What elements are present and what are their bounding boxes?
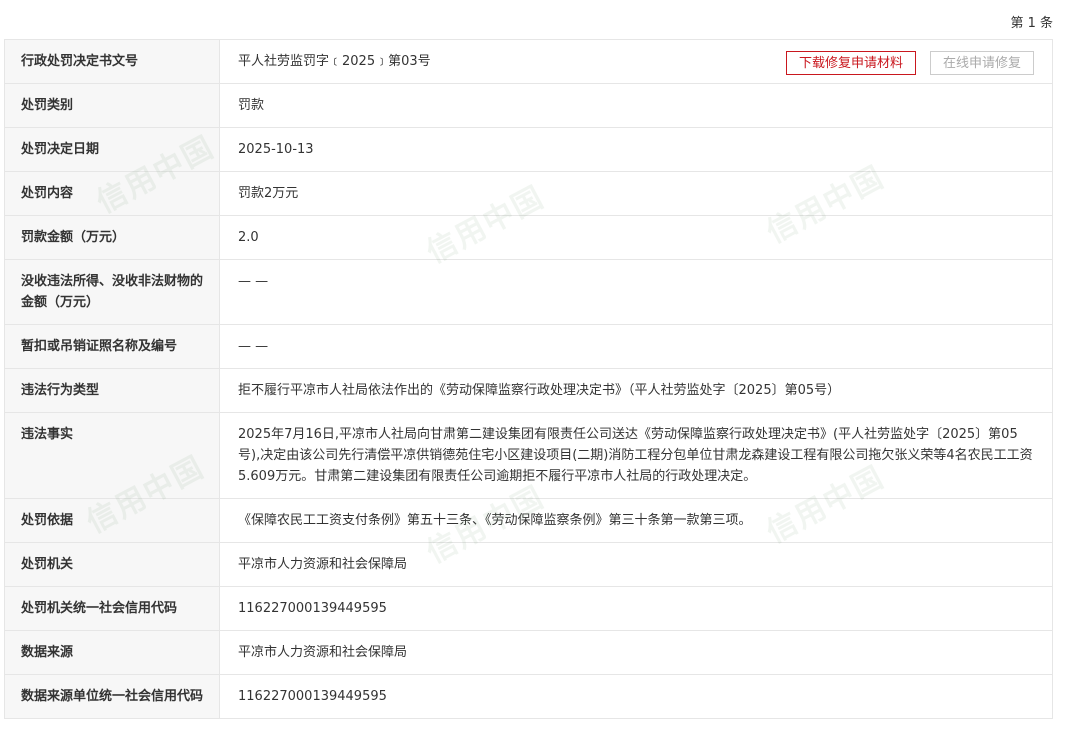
table-row: 违法行为类型 拒不履行平凉市人社局依法作出的《劳动保障监察行政处理决定书》（平人…: [4, 368, 1053, 413]
row-label-violation-type: 违法行为类型: [4, 368, 220, 413]
row-label-data-source: 数据来源: [4, 630, 220, 675]
table-row: 罚款金额（万元） 2.0: [4, 215, 1053, 260]
row-value-license-revocation: — —: [219, 324, 1053, 369]
row-value-authority-credit-code: 116227000139449595: [219, 586, 1053, 631]
row-label-license-revocation: 暂扣或吊销证照名称及编号: [4, 324, 220, 369]
table-row: 行政处罚决定书文号 平人社劳监罚字﹝2025﹞第03号 下载修复申请材料 在线申…: [4, 39, 1053, 84]
repair-actions: 下载修复申请材料 在线申请修复: [785, 51, 1034, 75]
penalty-info-table: 行政处罚决定书文号 平人社劳监罚字﹝2025﹞第03号 下载修复申请材料 在线申…: [4, 39, 1053, 719]
table-row: 处罚机关统一社会信用代码 116227000139449595: [4, 586, 1053, 631]
row-value-data-source: 平凉市人力资源和社会保障局: [219, 630, 1053, 675]
row-label-fine-amount: 罚款金额（万元）: [4, 215, 220, 260]
row-label-confiscation-amount: 没收违法所得、没收非法财物的金额（万元）: [4, 259, 220, 325]
table-row: 数据来源单位统一社会信用代码 116227000139449595: [4, 674, 1053, 719]
table-row: 数据来源 平凉市人力资源和社会保障局: [4, 630, 1053, 675]
row-label-source-credit-code: 数据来源单位统一社会信用代码: [4, 674, 220, 719]
row-label-violation-facts: 违法事实: [4, 412, 220, 499]
table-row: 处罚内容 罚款2万元: [4, 171, 1053, 216]
row-value-penalty-content: 罚款2万元: [219, 171, 1053, 216]
table-row: 处罚决定日期 2025-10-13: [4, 127, 1053, 172]
row-value-confiscation-amount: — —: [219, 259, 1053, 325]
download-repair-materials-button[interactable]: 下载修复申请材料: [785, 51, 916, 75]
decision-number-text: 平人社劳监罚字﹝2025﹞第03号: [238, 54, 431, 69]
table-row: 处罚机关 平凉市人力资源和社会保障局: [4, 542, 1053, 587]
table-row: 没收违法所得、没收非法财物的金额（万元） — —: [4, 259, 1053, 325]
table-row: 处罚依据 《保障农民工工资支付条例》第五十三条、《劳动保障监察条例》第三十条第一…: [4, 498, 1053, 543]
row-label-penalty-authority: 处罚机关: [4, 542, 220, 587]
row-label-decision-date: 处罚决定日期: [4, 127, 220, 172]
record-count: 第 1 条: [1010, 16, 1053, 31]
row-value-violation-facts: 2025年7月16日,平凉市人社局向甘肃第二建设集团有限责任公司送达《劳动保障监…: [219, 412, 1053, 499]
row-value-penalty-basis: 《保障农民工工资支付条例》第五十三条、《劳动保障监察条例》第三十条第一款第三项。: [219, 498, 1053, 543]
table-row: 暂扣或吊销证照名称及编号 — —: [4, 324, 1053, 369]
row-value-penalty-category: 罚款: [219, 83, 1053, 128]
online-repair-apply-button[interactable]: 在线申请修复: [929, 51, 1034, 75]
table-row: 处罚类别 罚款: [4, 83, 1053, 128]
row-value-fine-amount: 2.0: [219, 215, 1053, 260]
row-value-penalty-authority: 平凉市人力资源和社会保障局: [219, 542, 1053, 587]
row-value-decision-date: 2025-10-13: [219, 127, 1053, 172]
row-label-authority-credit-code: 处罚机关统一社会信用代码: [4, 586, 220, 631]
row-label-penalty-category: 处罚类别: [4, 83, 220, 128]
row-value-violation-type: 拒不履行平凉市人社局依法作出的《劳动保障监察行政处理决定书》（平人社劳监处字〔2…: [219, 368, 1053, 413]
row-label-penalty-basis: 处罚依据: [4, 498, 220, 543]
row-value-source-credit-code: 116227000139449595: [219, 674, 1053, 719]
row-label-penalty-content: 处罚内容: [4, 171, 220, 216]
row-label-decision-number: 行政处罚决定书文号: [4, 39, 220, 84]
row-value-decision-number: 平人社劳监罚字﹝2025﹞第03号 下载修复申请材料 在线申请修复: [219, 39, 1053, 84]
table-row: 违法事实 2025年7月16日,平凉市人社局向甘肃第二建设集团有限责任公司送达《…: [4, 412, 1053, 499]
